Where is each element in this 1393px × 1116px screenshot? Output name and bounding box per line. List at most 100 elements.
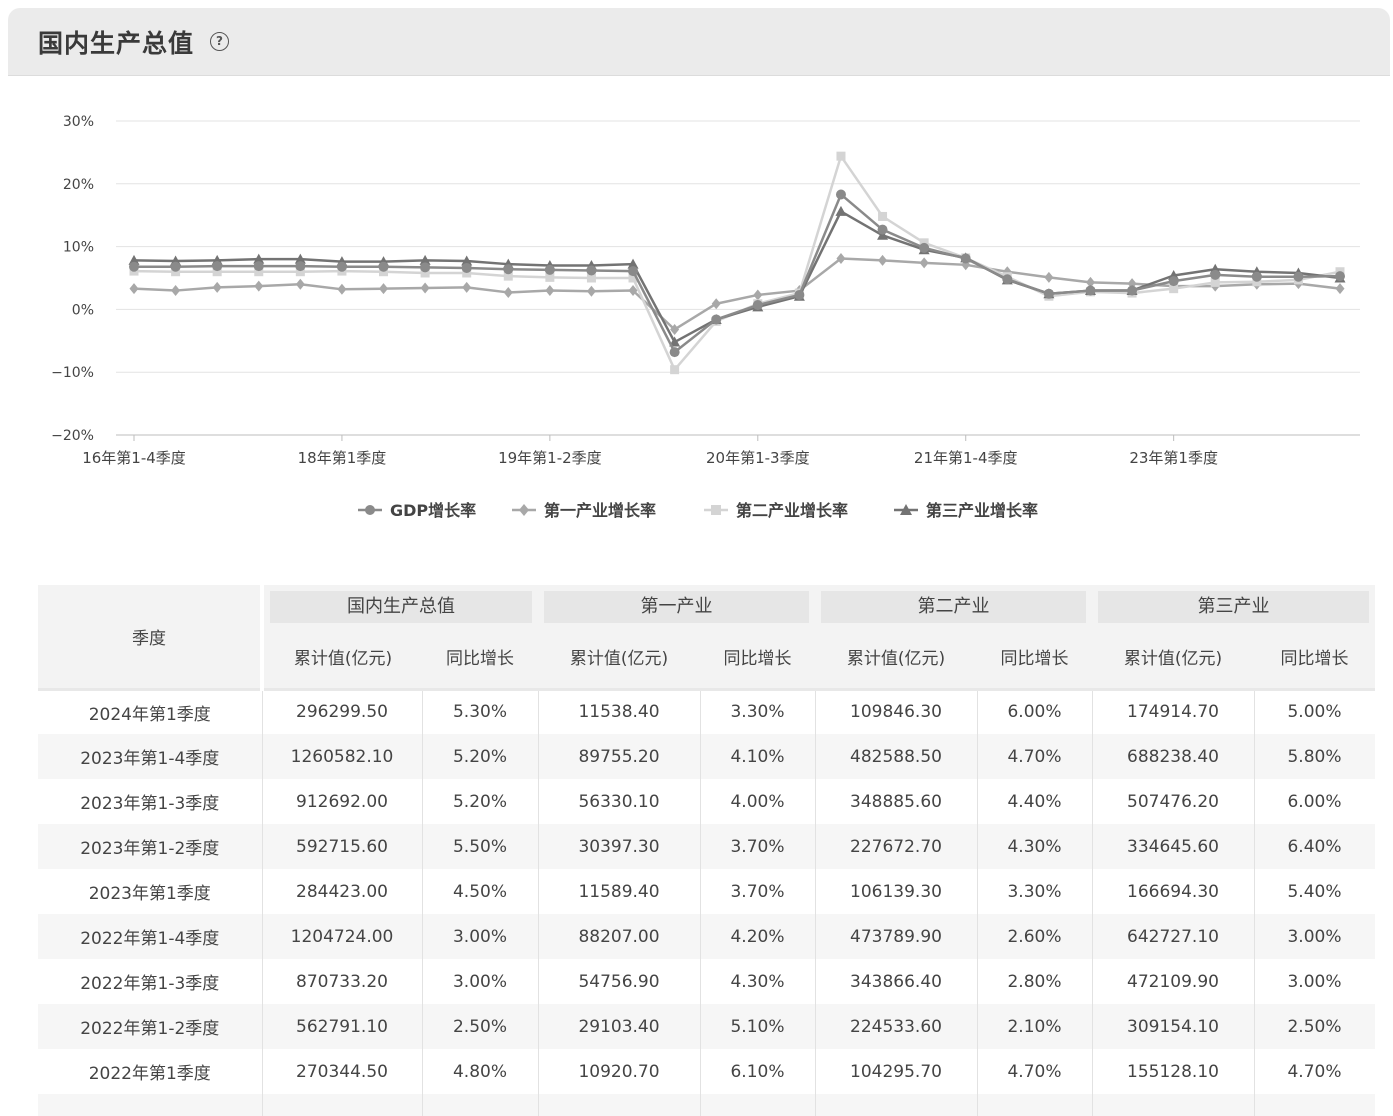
value-cell: 4.00% — [700, 779, 816, 824]
value-cell: 562791.10 — [262, 1004, 423, 1049]
value-cell: 3.00% — [1254, 959, 1375, 1004]
x-tick-label: 23年第1季度 — [1129, 449, 1218, 467]
table-row[interactable]: 2022年第1季度 270344.50 4.80% 10920.70 6.10% 1042… — [38, 1049, 1375, 1094]
series-3 — [128, 205, 1346, 347]
table-row[interactable]: 2023年第1-4季度 1260582.10 5.20% 89755.20 4.10% 4… — [38, 734, 1375, 779]
table-row[interactable]: 2023年第1季度 284423.00 4.50% 11589.40 3.70% 1061… — [38, 869, 1375, 914]
data-point — [753, 289, 763, 301]
value-cell: 3.30% — [977, 869, 1093, 914]
legend-label: 第一产业增长率 — [544, 501, 656, 520]
data-point — [878, 211, 888, 221]
value-cell: 4.70% — [977, 734, 1093, 779]
value-cell: 54756.90 — [538, 959, 701, 1004]
legend-item[interactable]: 第一产业增长率 — [512, 501, 656, 520]
gdp-growth-line-chart: 30% 20% 10% 0% −10% −20% 16年第1-4季度 18年第1季度 19年第… — [51, 114, 1360, 520]
season-cell: 2023年第1-2季度 — [38, 824, 263, 869]
value-cell: 104295.70 — [815, 1049, 978, 1094]
data-point — [461, 262, 472, 273]
data-point — [628, 266, 639, 277]
value-cell: 642727.10 — [1092, 914, 1255, 959]
data-point — [1210, 269, 1221, 280]
value-cell: 5.40% — [1254, 869, 1375, 914]
value-cell: 3.70% — [700, 824, 816, 869]
legend-label: 第二产业增长率 — [736, 501, 848, 520]
series-0 — [129, 189, 1345, 358]
data-point — [794, 289, 805, 300]
sub-header-yoy[interactable]: 同比增长 — [700, 625, 815, 689]
data-point — [1043, 288, 1054, 299]
legend-item[interactable]: 第二产业增长率 — [704, 501, 848, 520]
panel-title: 国内生产总值 — [38, 28, 195, 58]
value-cell: 309154.10 — [1092, 1004, 1255, 1049]
data-point — [1002, 274, 1013, 285]
value-cell: 912692.00 — [262, 779, 423, 824]
season-column-header[interactable]: 季度 — [38, 585, 264, 689]
sub-header-yoy[interactable]: 同比增长 — [422, 625, 538, 689]
value-cell: 6.00% — [977, 687, 1093, 734]
help-circle-icon[interactable]: ? — [210, 32, 230, 51]
value-cell — [1092, 1094, 1255, 1116]
season-cell: 2022年第1-2季度 — [38, 1004, 263, 1049]
legend-item[interactable]: GDP增长率 — [358, 501, 476, 520]
table-row[interactable]: 2022年第1-2季度 562791.10 2.50% 29103.40 5.10% 22… — [38, 1004, 1375, 1049]
table-row[interactable]: 2023年第1-3季度 912692.00 5.20% 56330.10 4.00% 34… — [38, 779, 1375, 824]
data-point — [212, 261, 223, 272]
data-point — [378, 261, 389, 272]
sub-header-yoy[interactable]: 同比增长 — [977, 625, 1092, 689]
sub-header-cumulative[interactable]: 累计值(亿元) — [815, 625, 977, 689]
value-cell: 4.80% — [422, 1049, 539, 1094]
table-row[interactable] — [38, 1094, 1375, 1116]
data-point — [129, 283, 139, 295]
data-point — [919, 242, 930, 253]
sub-header-cumulative[interactable]: 累计值(亿元) — [262, 625, 422, 689]
value-cell: 870733.20 — [262, 959, 423, 1004]
value-cell: 472109.90 — [1092, 959, 1255, 1004]
value-cell: 3.00% — [1254, 914, 1375, 959]
value-cell: 2.50% — [1254, 1004, 1375, 1049]
value-cell: 5.80% — [1254, 734, 1375, 779]
table-row[interactable]: 2023年第1-2季度 592715.60 5.50% 30397.30 3.70% 22… — [38, 824, 1375, 869]
series-line — [133, 210, 1341, 344]
table-row[interactable]: 2022年第1-3季度 870733.20 3.00% 54756.90 4.30% 34… — [38, 959, 1375, 1004]
sub-header-yoy[interactable]: 同比增长 — [1254, 625, 1375, 689]
data-point — [669, 347, 680, 358]
season-cell: 2022年第1-4季度 — [38, 914, 263, 959]
x-tick-label: 18年第1季度 — [298, 449, 387, 467]
data-point — [835, 189, 846, 200]
y-axis: 30% 20% 10% 0% −10% −20% — [51, 114, 94, 444]
table-row[interactable]: 2024年第1季度 296299.50 5.30% 11538.40 3.30% 1098… — [38, 687, 1375, 734]
legend-item[interactable]: 第三产业增长率 — [894, 501, 1038, 520]
value-cell: 296299.50 — [262, 687, 423, 734]
sub-header-cumulative[interactable]: 累计值(亿元) — [1092, 625, 1254, 689]
value-cell: 4.70% — [1254, 1049, 1375, 1094]
value-cell — [977, 1094, 1093, 1116]
value-cell: 1204724.00 — [262, 914, 423, 959]
value-cell: 11538.40 — [538, 687, 701, 734]
data-point — [835, 205, 847, 216]
value-cell: 348885.60 — [815, 779, 978, 824]
data-point — [711, 298, 721, 310]
value-cell: 2.80% — [977, 959, 1093, 1004]
data-point — [586, 265, 597, 276]
value-cell: 5.10% — [700, 1004, 816, 1049]
value-cell: 155128.10 — [1092, 1049, 1255, 1094]
data-point — [379, 283, 389, 295]
value-cell: 4.70% — [977, 1049, 1093, 1094]
value-cell: 11589.40 — [538, 869, 701, 914]
value-cell: 4.40% — [977, 779, 1093, 824]
table-row[interactable]: 2022年第1-4季度 1204724.00 3.00% 88207.00 4.20% 4… — [38, 914, 1375, 959]
value-cell: 109846.30 — [815, 687, 978, 734]
series-line — [133, 257, 1341, 331]
value-cell: 334645.60 — [1092, 824, 1255, 869]
y-tick-label: 20% — [63, 177, 94, 193]
value-cell: 343866.40 — [815, 959, 978, 1004]
group-header-primary: 第一产业 — [538, 585, 815, 625]
data-point — [711, 314, 722, 325]
value-cell: 507476.20 — [1092, 779, 1255, 824]
value-cell: 3.30% — [700, 687, 816, 734]
sub-header-cumulative[interactable]: 累计值(亿元) — [538, 625, 700, 689]
value-cell — [1254, 1094, 1375, 1116]
value-cell: 4.30% — [700, 959, 816, 1004]
data-point — [254, 280, 264, 292]
chart-legend: GDP增长率 第一产业增长率 第二产业增长率 第三产业增长率 — [358, 501, 1038, 520]
